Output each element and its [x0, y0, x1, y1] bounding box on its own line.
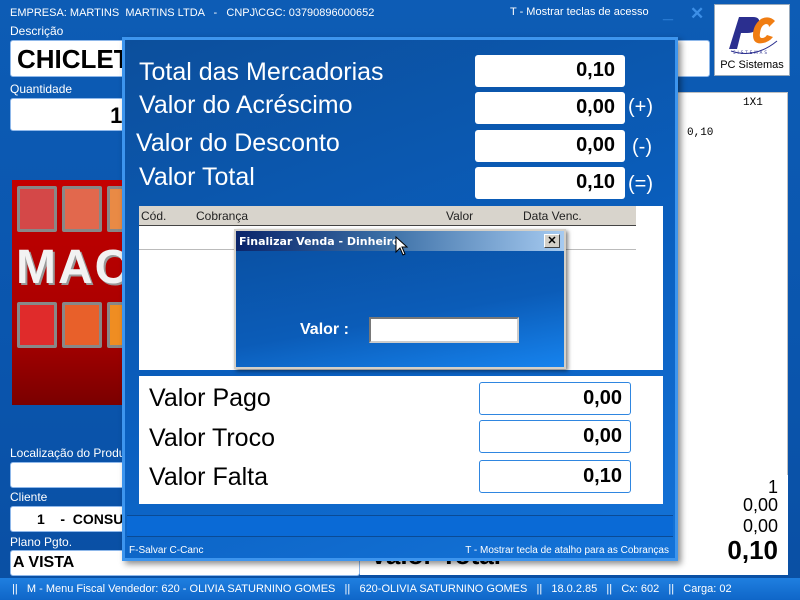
banner-tile [62, 302, 102, 348]
cash-dialog-close-button[interactable]: ✕ [544, 234, 560, 248]
banner-text: MAC [16, 241, 132, 294]
column-value[interactable]: Valor [446, 209, 473, 223]
minimize-button[interactable]: _ [663, 2, 673, 23]
payment-values-panel: Valor Pago 0,00 Valor Troco 0,00 Valor F… [139, 376, 663, 504]
banner-tile [17, 302, 57, 348]
discount-field[interactable]: 0,00 [475, 130, 625, 162]
pc-logo-icon: SISTEMAS [729, 17, 778, 55]
summary-discount: 0,00 [742, 516, 778, 536]
total-value-op: (=) [628, 173, 653, 195]
coupon-header: 1X1 [743, 97, 763, 109]
change-field: 0,00 [479, 420, 631, 453]
addition-label: Valor do Acréscimo [139, 91, 353, 119]
save-cancel-hint: F-Salvar C-Canc [129, 545, 204, 556]
logo-label: PC Sistemas [720, 59, 784, 71]
status-bar: || M - Menu Fiscal Vendedor: 620 - OLIVI… [0, 578, 800, 600]
payment-plan-label: Plano Pgto. [10, 535, 73, 549]
payment-info-strip [127, 515, 673, 537]
column-code[interactable]: Cód. [141, 209, 166, 223]
svg-text:SISTEMAS: SISTEMAS [733, 50, 769, 55]
promo-banner: MAC [12, 180, 132, 405]
cash-value-label: Valor : [300, 321, 349, 338]
company-info: EMPRESA: MARTINS MARTINS LTDA - CNPJ\CGC… [10, 7, 375, 19]
description-label: Descrição [10, 24, 64, 38]
discount-label: Valor do Desconto [136, 129, 340, 157]
billing-grid-header: Cód. Cobrança Valor Data Venc. [139, 206, 636, 226]
cash-dialog-title: Finalizar Venda - Dinheiro [239, 235, 400, 248]
column-due-date[interactable]: Data Venc. [523, 209, 582, 223]
change-label: Valor Troco [149, 424, 275, 452]
pc-sistemas-logo: SISTEMAS PC Sistemas [714, 4, 790, 76]
total-goods-field: 0,10 [475, 55, 625, 87]
location-label: Localização do Produto [10, 446, 136, 460]
addition-op: (+) [628, 96, 653, 118]
coupon-line-value: 0,10 [687, 127, 714, 139]
remaining-field: 0,10 [479, 460, 631, 493]
billing-shortcut-hint: T - Mostrar tecla de atalho para as Cobr… [465, 545, 669, 556]
cash-value-input[interactable] [369, 317, 519, 343]
total-value-field: 0,10 [475, 167, 625, 199]
paid-label: Valor Pago [149, 384, 271, 412]
close-button[interactable]: ✕ [690, 4, 704, 24]
discount-op: (-) [632, 136, 652, 158]
remaining-label: Valor Falta [149, 463, 269, 491]
payment-footer: F-Salvar C-Canc T - Mostrar tecla de ata… [125, 542, 675, 560]
summary-addition: 0,00 [742, 495, 778, 515]
access-keys-hint: T - Mostrar teclas de acesso [510, 6, 649, 18]
total-value-label: Valor Total [139, 163, 255, 191]
quantity-label: Quantidade [10, 82, 73, 96]
summary-total: 0,10 [727, 535, 778, 565]
total-goods-label: Total das Mercadorias [139, 58, 384, 86]
addition-field[interactable]: 0,00 [475, 92, 625, 124]
coupon-preview: 1X1 0,10 [676, 92, 788, 477]
client-label: Cliente [10, 490, 48, 504]
column-billing[interactable]: Cobrança [196, 209, 248, 223]
banner-tile [17, 186, 57, 232]
mouse-cursor-icon [395, 236, 409, 256]
banner-tile [62, 186, 102, 232]
paid-field: 0,00 [479, 382, 631, 415]
